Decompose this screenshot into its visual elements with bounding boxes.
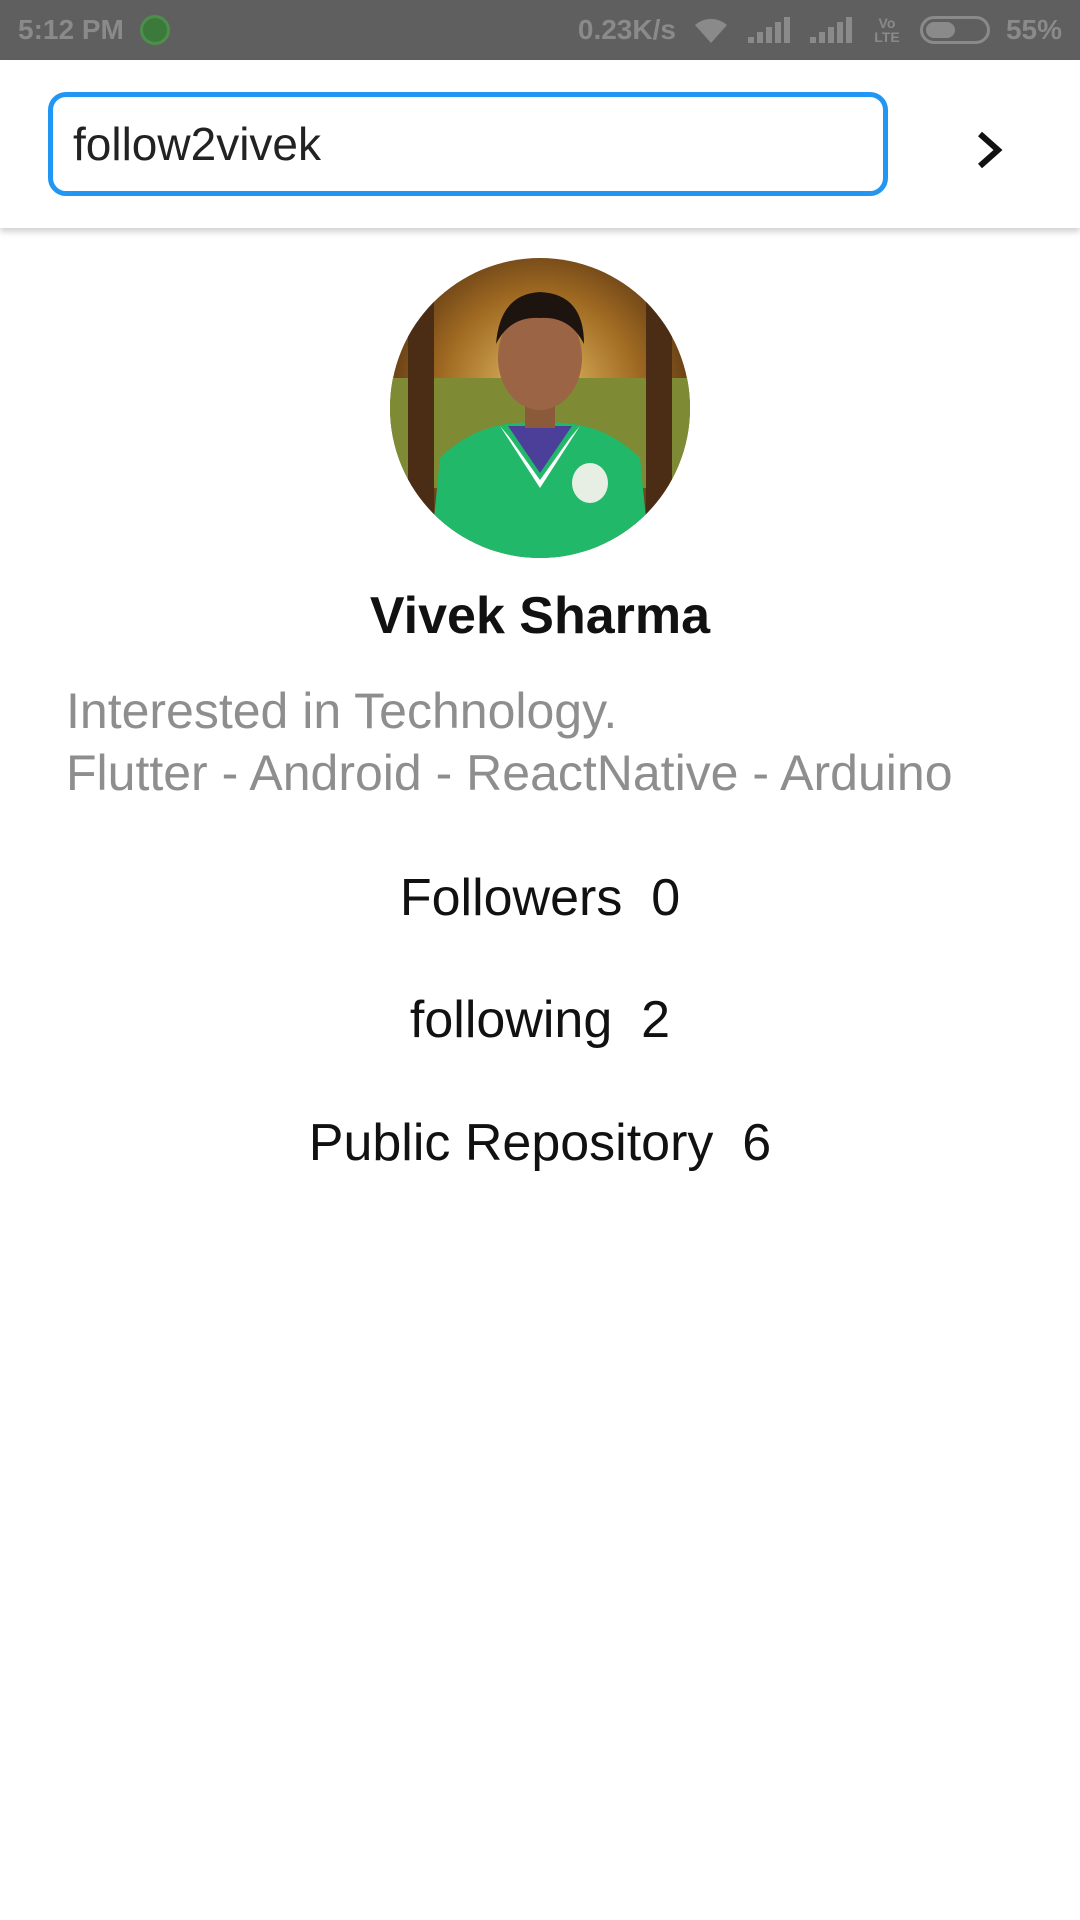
profile-name: Vivek Sharma <box>369 587 711 645</box>
battery-icon <box>919 16 990 44</box>
followers-count: 0 <box>651 869 681 927</box>
followers-stat: Followers 0 <box>0 868 1080 928</box>
public-repos-stat: Public Repository 6 <box>0 1113 1080 1173</box>
status-bar: 5:12 PM 0.23K/s Vo LTE 55% <box>0 0 1080 60</box>
battery-percent: 55% <box>1005 14 1062 45</box>
submit-button[interactable] <box>960 120 1020 180</box>
bio-line: Interested in Technology. <box>66 683 618 739</box>
profile-bio: Interested in Technology. Flutter - Andr… <box>66 680 1046 804</box>
bio-line: Flutter - Android - ReactNative - Arduin… <box>66 745 953 801</box>
following-count: 2 <box>641 991 671 1049</box>
username-search-input[interactable] <box>48 92 888 196</box>
app-bar <box>0 60 1080 228</box>
status-time: 5:12 PM <box>18 14 124 45</box>
avatar-image <box>390 258 690 558</box>
status-right: 0.23K/s Vo LTE 55% <box>578 14 1062 46</box>
chevron-right-icon <box>978 131 1003 169</box>
network-speed: 0.23K/s <box>577 14 676 45</box>
following-label: following <box>409 991 613 1049</box>
wifi-icon <box>694 18 727 43</box>
volte-icon: Vo LTE <box>874 15 900 45</box>
public-repos-label: Public Repository <box>308 1114 714 1172</box>
signal-icon <box>809 17 852 43</box>
battery-level-fill <box>925 22 956 38</box>
status-left: 5:12 PM <box>18 14 170 46</box>
followers-label: Followers <box>399 869 623 927</box>
avatar <box>390 258 690 558</box>
signal-icon <box>747 17 790 43</box>
whatsapp-icon <box>139 15 170 45</box>
public-repos-count: 6 <box>742 1114 772 1172</box>
following-stat: following 2 <box>0 990 1080 1050</box>
